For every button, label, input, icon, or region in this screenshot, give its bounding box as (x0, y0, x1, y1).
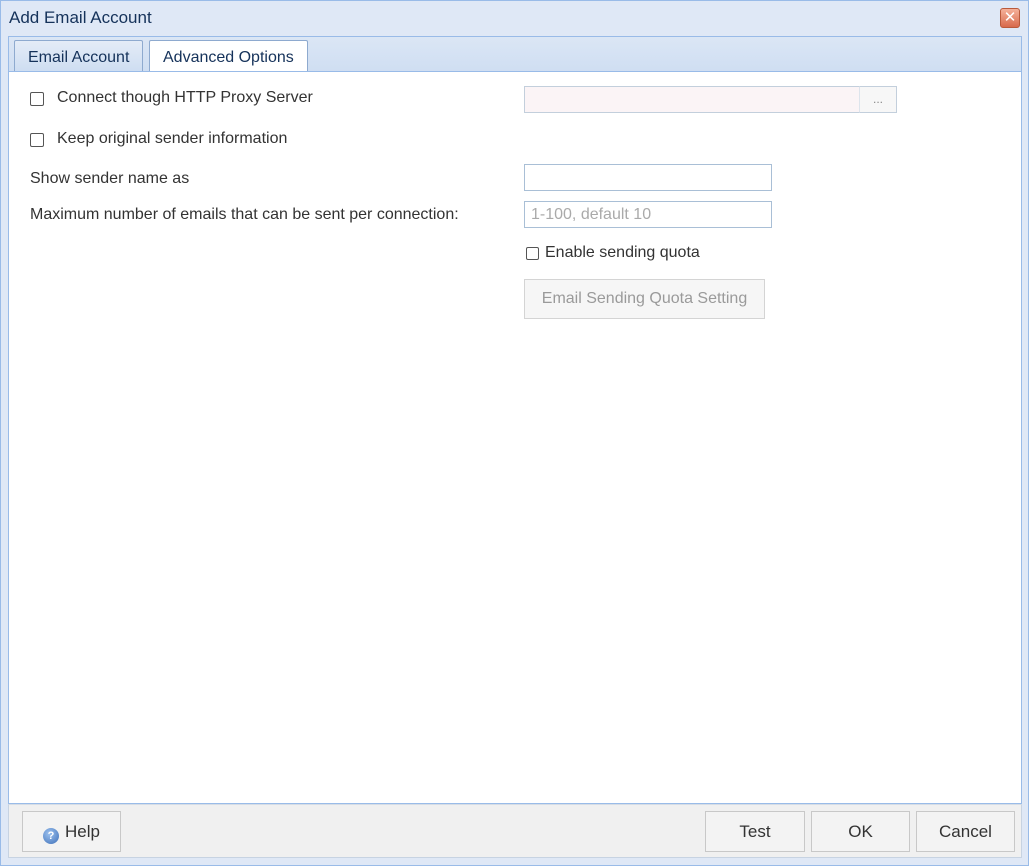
advanced-options-panel: Connect though HTTP Proxy Server ... Kee… (8, 71, 1022, 804)
close-icon: ✕ (1003, 9, 1017, 26)
max-emails-label: Maximum number of emails that can be sen… (30, 206, 459, 223)
max-emails-field[interactable] (524, 201, 772, 228)
tab-label: Email Account (28, 49, 130, 66)
add-email-account-dialog: Add Email Account ✕ Email Account Advanc… (0, 0, 1029, 866)
sender-name-label: Show sender name as (30, 170, 190, 187)
tab-label: Advanced Options (163, 49, 294, 66)
tab-email-account[interactable]: Email Account (14, 40, 144, 74)
dialog-footer: ? Help Test OK Cancel (8, 804, 1022, 858)
test-button[interactable]: Test (705, 811, 805, 852)
email-sending-quota-setting-button[interactable]: Email Sending Quota Setting (524, 279, 765, 319)
help-icon: ? (43, 828, 60, 844)
title-bar: Add Email Account ✕ (1, 1, 1028, 35)
keep-sender-label: Keep original sender information (57, 130, 288, 147)
proxy-server-field[interactable] (524, 86, 860, 113)
dialog-title: Add Email Account (9, 8, 152, 27)
sending-quota-label: Enable sending quota (545, 244, 700, 261)
tab-advanced-options[interactable]: Advanced Options (149, 40, 308, 75)
sending-quota-checkbox[interactable] (526, 247, 539, 260)
sender-name-field[interactable] (524, 164, 772, 191)
help-button[interactable]: ? Help (22, 811, 121, 852)
proxy-browse-button[interactable]: ... (859, 86, 897, 113)
keep-sender-checkbox[interactable] (30, 133, 44, 147)
tab-strip: Email Account Advanced Options (8, 36, 1022, 75)
proxy-label: Connect though HTTP Proxy Server (57, 89, 313, 106)
ok-button[interactable]: OK (811, 811, 910, 852)
proxy-checkbox[interactable] (30, 92, 44, 106)
cancel-button[interactable]: Cancel (916, 811, 1015, 852)
close-button[interactable]: ✕ (1000, 8, 1020, 28)
help-label: Help (65, 822, 100, 841)
